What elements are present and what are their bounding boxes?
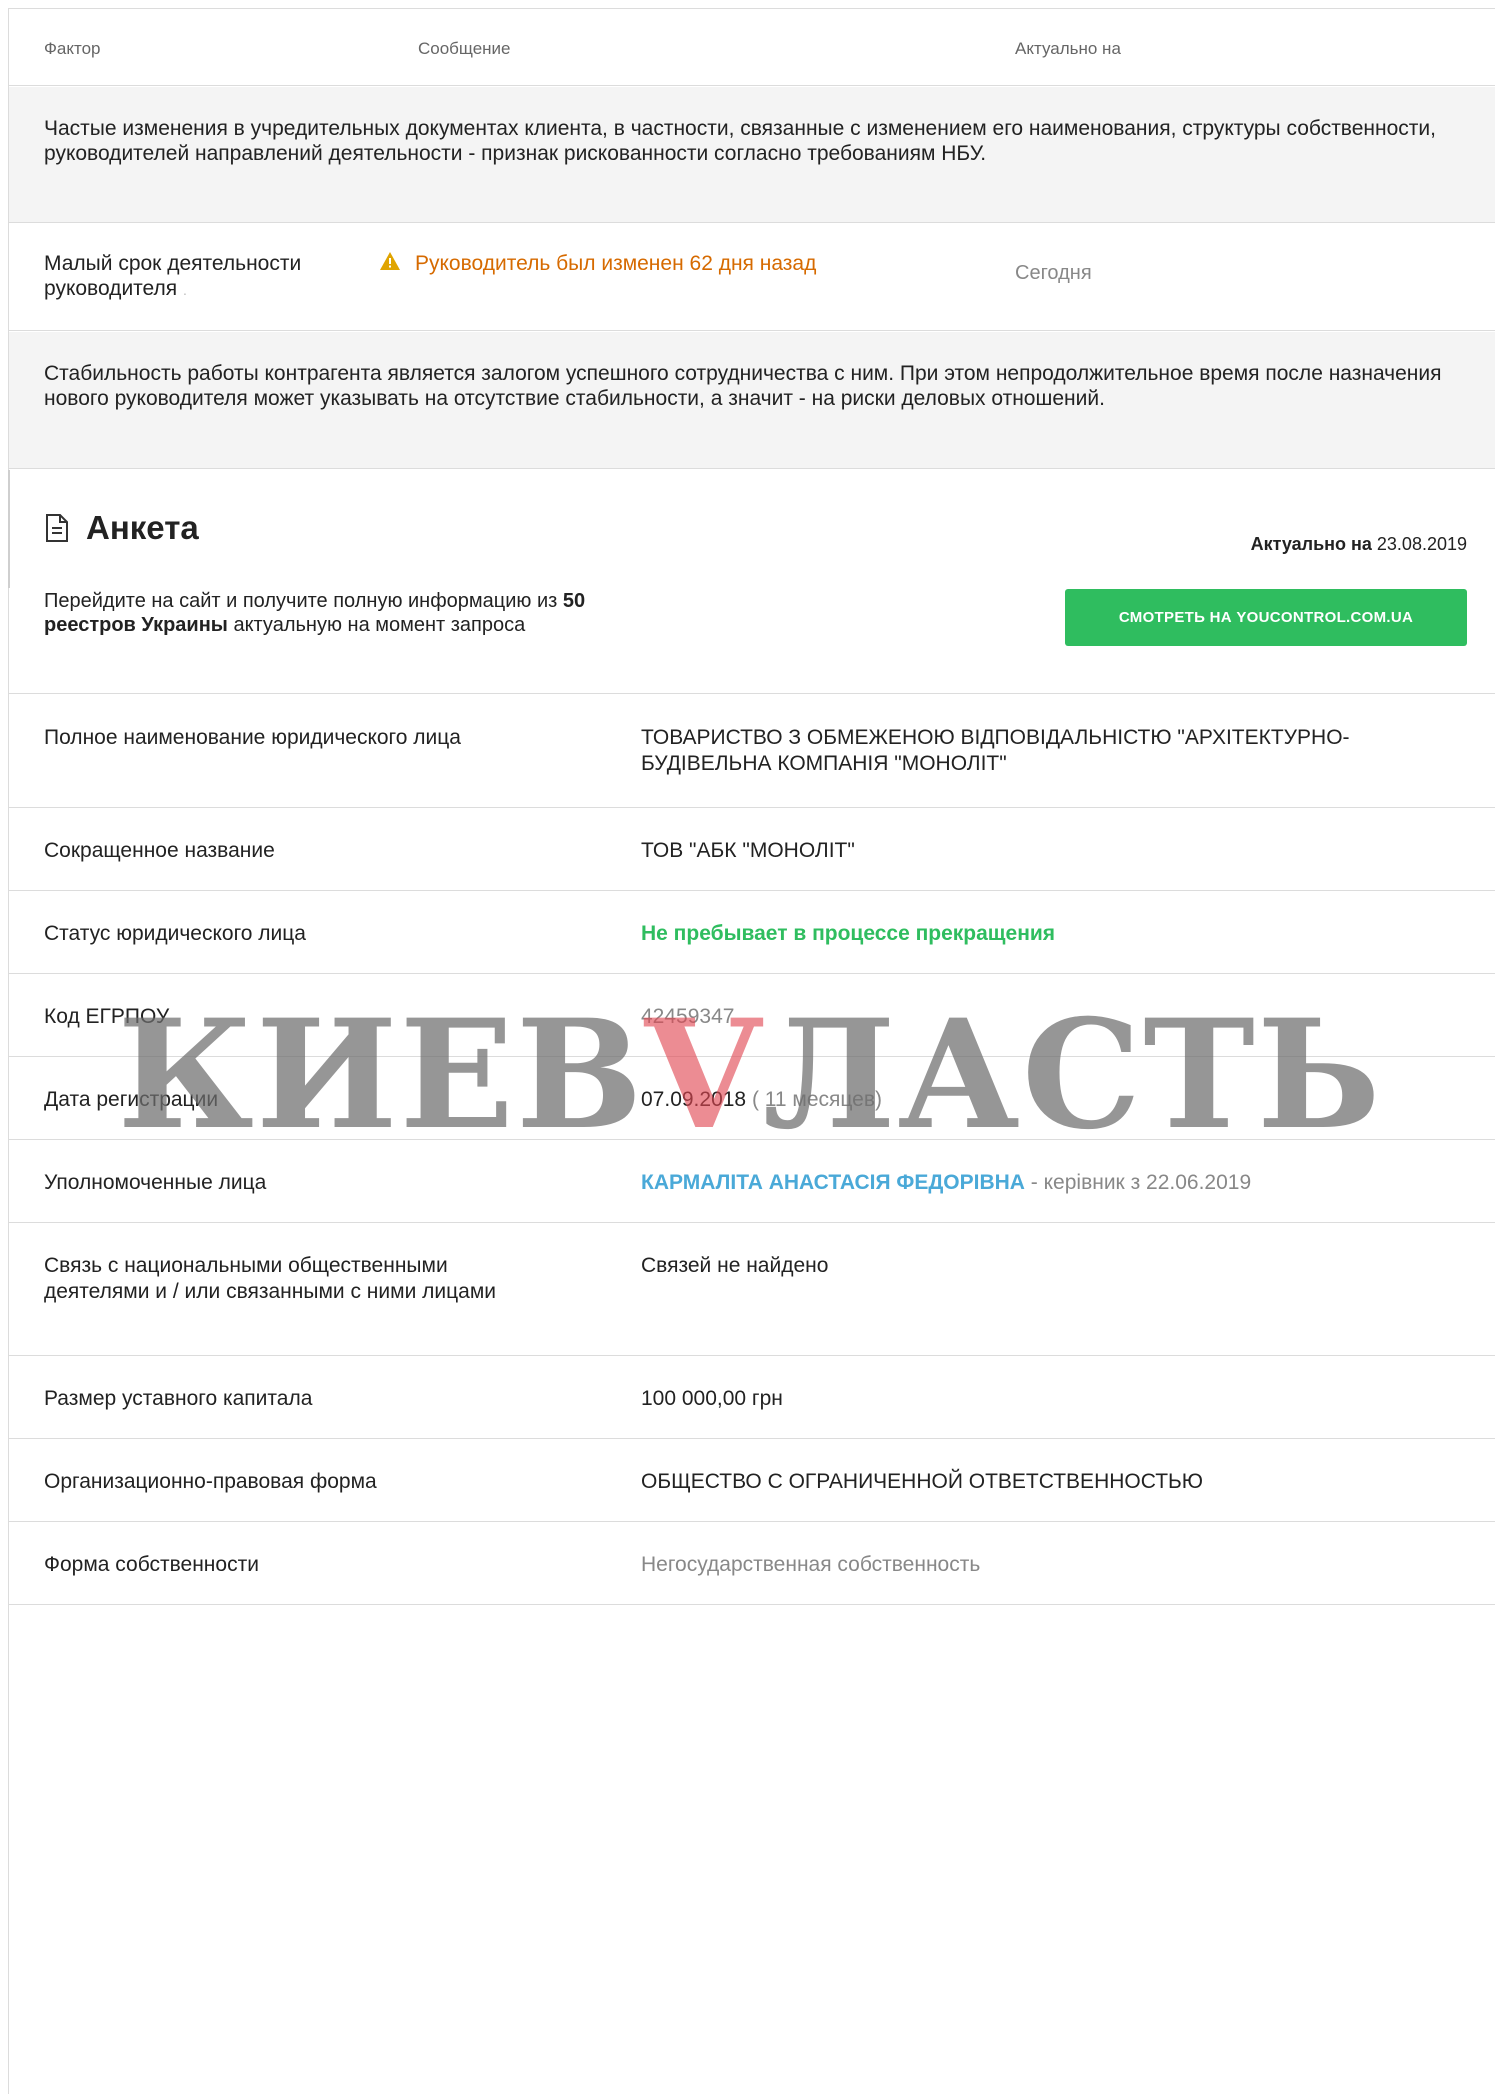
row-label: Дата регистрации [44, 1088, 219, 1111]
view-on-youcontrol-button[interactable]: СМОТРЕТЬ НА YOUCONTROL.COM.UA [1065, 589, 1467, 646]
factor-name-text: Малый срок деятельности руководителя [44, 252, 302, 301]
info-row-ownership: Форма собственности Негосударственная со… [9, 1522, 1495, 1605]
row-label: Код ЕГРПОУ [44, 1005, 170, 1028]
promo-text: Перейдите на сайт и получите полную инфо… [44, 589, 629, 637]
promo-count: 50 [562, 590, 586, 612]
info-row-pep-ties: Связь с национальными общественными деят… [9, 1223, 1495, 1356]
promo-part: актуальную на момент запроса [227, 614, 526, 636]
info-row-status: Статус юридического лица Не пребывает в … [9, 891, 1495, 974]
row-value: Негосударственная собственность [641, 1553, 981, 1576]
reg-age: ( 11 месяцев) [746, 1088, 883, 1111]
col-actual-header: Актуально на [1015, 39, 1121, 58]
row-value: ТОВ "АБК "МОНОЛІТ" [641, 839, 855, 862]
actual-date: 23.08.2019 [1376, 534, 1467, 554]
reg-date-value: 07.09.2018 ( 11 месяцев) [641, 1087, 1461, 1113]
row-value: ТОВАРИСТВО З ОБМЕЖЕНОЮ ВІДПОВІДАЛЬНІСТЮ … [641, 726, 1350, 776]
row-value: Связей не найдено [641, 1254, 829, 1277]
factor-dot: . [183, 282, 187, 299]
risk-table-header: Фактор Сообщение Актуально на [9, 9, 1495, 86]
row-label: Сокращенное название [44, 839, 275, 862]
factor-name: Малый срок деятельности руководителя . [44, 251, 364, 301]
promo-part: Перейдите на сайт и получите полную инфо… [44, 590, 563, 612]
row-label: Форма собственности [44, 1553, 259, 1576]
anketa-title: Анкета [44, 509, 199, 547]
info-row-capital: Размер уставного капитала 100 000,00 грн [9, 1356, 1495, 1439]
risk-note-stability: Стабильность работы контрагента является… [9, 332, 1495, 469]
factor-message: Руководитель был изменен 62 дня назад [379, 251, 816, 277]
risk-note-text: Частые изменения в учредительных докумен… [44, 117, 1436, 166]
person-role: - керівник з 22.06.2019 [1024, 1171, 1252, 1194]
risk-factor-row: Малый срок деятельности руководителя . Р… [9, 223, 1495, 331]
anketa-actual-date: Актуально на 23.08.2019 [1251, 534, 1467, 555]
authorized-value: КАРМАЛІТА АНАСТАСІЯ ФЕДОРІВНА - керівник… [641, 1170, 1461, 1196]
col-message-header: Сообщение [418, 39, 511, 58]
row-value: ОБЩЕСТВО С ОГРАНИЧЕННОЙ ОТВЕТСТВЕННОСТЬЮ [641, 1470, 1204, 1493]
row-value: 100 000,00 грн [641, 1387, 783, 1410]
document-icon [44, 513, 70, 543]
info-row-short-name: Сокращенное название ТОВ "АБК "МОНОЛІТ" [9, 808, 1495, 891]
reg-date: 07.09.2018 [641, 1088, 747, 1111]
row-value: 42459347 [641, 1005, 735, 1028]
person-link[interactable]: КАРМАЛІТА АНАСТАСІЯ ФЕДОРІВНА [641, 1171, 1025, 1194]
row-label: Полное наименование юридического лица [44, 726, 461, 749]
info-row-full-name: Полное наименование юридического лица ТО… [9, 695, 1495, 808]
row-label: Уполномоченные лица [44, 1171, 267, 1194]
risk-note-founding-docs: Частые изменения в учредительных докумен… [9, 87, 1495, 223]
promo-bold: реестров Украины [44, 614, 228, 636]
info-row-reg-date: Дата регистрации 07.09.2018 ( 11 месяцев… [9, 1057, 1495, 1140]
info-row-authorized: Уполномоченные лица КАРМАЛІТА АНАСТАСІЯ … [9, 1140, 1495, 1223]
row-label: Размер уставного капитала [44, 1387, 313, 1410]
risk-note-text: Стабильность работы контрагента является… [44, 362, 1442, 411]
info-row-legal-form: Организационно-правовая форма ОБЩЕСТВО С… [9, 1439, 1495, 1522]
row-label: Статус юридического лица [44, 922, 306, 945]
info-row-code: Код ЕГРПОУ 42459347 [9, 974, 1495, 1057]
row-label: Организационно-правовая форма [44, 1470, 377, 1493]
anketa-section: Анкета Актуально на 23.08.2019 Перейдите… [9, 469, 1495, 694]
anketa-title-text: Анкета [86, 509, 199, 546]
factor-message-text: Руководитель был изменен 62 дня назад [415, 252, 817, 275]
actual-label: Актуально на [1250, 534, 1372, 554]
col-factor-header: Фактор [44, 39, 101, 58]
factor-date: Сегодня [1015, 262, 1092, 284]
warning-icon [379, 251, 401, 277]
row-label: Связь с национальными общественными деят… [44, 1254, 496, 1304]
status-value: Не пребывает в процессе прекращения [641, 922, 1056, 945]
